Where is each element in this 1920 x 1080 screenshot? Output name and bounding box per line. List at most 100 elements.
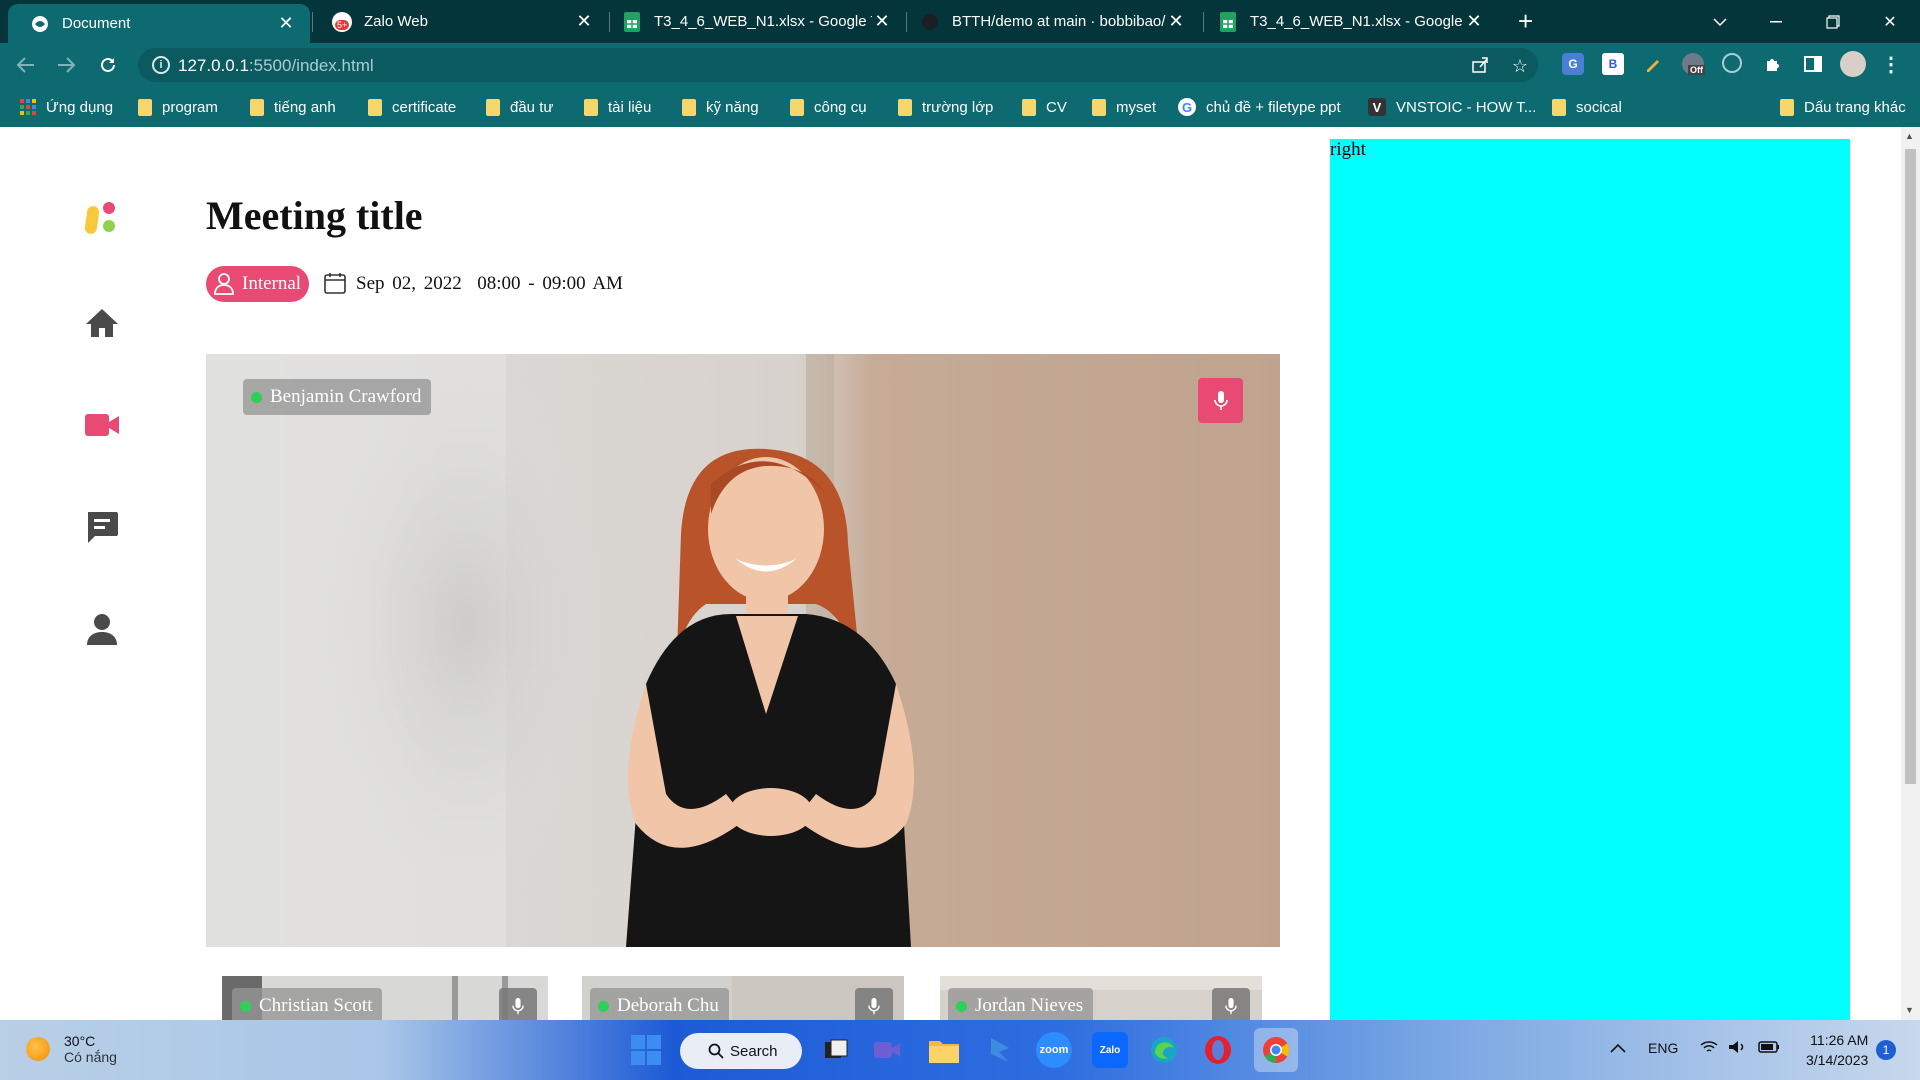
extension-b-icon[interactable]: B: [1602, 53, 1624, 75]
bookmark-vnstoic[interactable]: V VNSTOIC - HOW T...: [1368, 97, 1536, 117]
bookmark-apps[interactable]: Ứng dụng: [20, 97, 113, 117]
scrollbar-thumb[interactable]: [1905, 149, 1916, 784]
extensions-puzzle-icon[interactable]: [1762, 53, 1784, 75]
zalo-app-icon[interactable]: Zalo: [1092, 1032, 1128, 1068]
bookmark-folder-cv[interactable]: CV: [1022, 97, 1067, 117]
right-panel: right: [1330, 139, 1850, 1020]
zoom-app-icon[interactable]: zoom: [1036, 1032, 1072, 1068]
scroll-up-arrow-icon[interactable]: ▲: [1905, 131, 1914, 141]
temperature: 30°C: [64, 1033, 96, 1049]
scroll-down-arrow-icon[interactable]: ▼: [1905, 1005, 1914, 1015]
side-panel-icon[interactable]: [1802, 53, 1824, 75]
speaker-name-tag: Benjamin Crawford: [243, 379, 432, 415]
microphone-button[interactable]: [1198, 378, 1243, 423]
bookmark-label: CV: [1046, 98, 1067, 116]
task-view-icon[interactable]: [818, 1032, 854, 1068]
chrome-menu-icon[interactable]: ⋮: [1880, 53, 1902, 76]
microphone-icon: [1213, 390, 1228, 410]
close-window-icon[interactable]: ✕: [1862, 0, 1918, 43]
microphone-icon: [868, 997, 880, 1014]
bookmark-google-filetype[interactable]: Gchủ đề + filetype ppt: [1178, 97, 1341, 117]
copilot-icon[interactable]: [982, 1032, 1018, 1068]
user-profile-icon[interactable]: [84, 611, 120, 647]
notification-badge[interactable]: 1: [1876, 1040, 1896, 1060]
participant-video-2[interactable]: Deborah Chu: [582, 976, 904, 1020]
folder-icon: [790, 98, 804, 116]
bookmark-star-icon[interactable]: ☆: [1510, 56, 1530, 76]
bookmark-folder-tieng-anh[interactable]: tiếng anh: [250, 97, 336, 117]
bookmark-label: Dấu trang khác: [1804, 98, 1906, 116]
calendar-icon: [324, 272, 346, 299]
participant-microphone-button[interactable]: [1212, 988, 1250, 1020]
bookmark-other-folder[interactable]: Dấu trang khác: [1780, 97, 1906, 117]
participant-microphone-button[interactable]: [855, 988, 893, 1020]
online-status-dot: [598, 1000, 609, 1012]
bookmark-folder-dau-tu[interactable]: đầu tư: [486, 97, 553, 117]
wifi-icon[interactable]: [1700, 1040, 1718, 1057]
app-logo-icon[interactable]: [84, 199, 120, 235]
bookmark-label: đầu tư: [510, 98, 554, 116]
home-icon[interactable]: [84, 305, 120, 341]
tab-github[interactable]: BTTH/demo at main · bobbibao/ ✕: [898, 0, 1200, 43]
tab-document[interactable]: Document ✕: [8, 4, 310, 43]
folder-icon: [1780, 98, 1794, 116]
windows-start-icon[interactable]: [628, 1032, 664, 1068]
restore-icon[interactable]: [1805, 0, 1861, 43]
bookmark-folder-socical[interactable]: socical: [1552, 97, 1622, 117]
participant-video-3[interactable]: Jordan Nieves: [940, 976, 1262, 1020]
bookmark-label: socical: [1576, 98, 1622, 116]
compass-extension-icon[interactable]: [1722, 53, 1742, 73]
bookmark-folder-tai-lieu[interactable]: tài liệu: [584, 97, 651, 117]
pen-extension-icon[interactable]: [1642, 53, 1664, 75]
tab-sheets-1[interactable]: T3_4_6_WEB_N1.xlsx - Google Tra ✕: [600, 0, 906, 43]
site-info-icon[interactable]: i: [152, 56, 170, 74]
profile-avatar[interactable]: [1840, 51, 1866, 77]
tray-overflow-chevron-icon[interactable]: [1610, 1040, 1626, 1056]
bookmark-folder-cong-cu[interactable]: công cụ: [790, 97, 867, 117]
participant-video-1[interactable]: Christian Scott: [222, 976, 548, 1020]
page-scrollbar[interactable]: ▲ ▼: [1901, 127, 1920, 1020]
tab-zalo[interactable]: 5+ Zalo Web ✕: [310, 0, 608, 43]
close-tab-icon[interactable]: ✕: [1464, 11, 1484, 32]
video-camera-icon[interactable]: [84, 407, 120, 443]
close-tab-icon[interactable]: ✕: [276, 13, 296, 34]
tab-title: Zalo Web: [364, 13, 428, 30]
bookmark-folder-ky-nang[interactable]: kỹ năng: [682, 97, 759, 117]
main-video-feed[interactable]: Benjamin Crawford: [206, 354, 1280, 947]
tab-sheets-2[interactable]: T3_4_6_WEB_N1.xlsx - Google Tra ✕: [1196, 0, 1498, 43]
volume-icon[interactable]: [1728, 1040, 1746, 1057]
bookmark-label: tiếng anh: [274, 98, 336, 116]
bookmark-folder-truong-lop[interactable]: trường lớp: [898, 97, 993, 117]
new-tab-icon[interactable]: +: [1518, 6, 1533, 37]
extension-off-label: Off: [1688, 65, 1705, 75]
bookmark-folder-program[interactable]: program: [138, 97, 218, 117]
share-icon[interactable]: [1470, 56, 1490, 76]
file-explorer-icon[interactable]: [926, 1032, 962, 1068]
close-tab-icon[interactable]: ✕: [872, 11, 892, 32]
edge-icon[interactable]: [1146, 1032, 1182, 1068]
close-tab-icon[interactable]: ✕: [1166, 11, 1186, 32]
teams-chat-icon[interactable]: [870, 1032, 906, 1068]
reload-icon[interactable]: [96, 53, 120, 77]
participant-name-tag: Deborah Chu: [590, 988, 729, 1020]
bookmark-folder-myset[interactable]: myset: [1092, 97, 1156, 117]
taskbar-search[interactable]: Search: [680, 1033, 802, 1069]
tab-search-chevron-icon[interactable]: [1692, 0, 1748, 43]
printer-extension-icon[interactable]: Off: [1682, 53, 1705, 75]
opera-icon[interactable]: [1200, 1032, 1236, 1068]
forward-icon[interactable]: [54, 53, 78, 77]
chat-icon[interactable]: [84, 509, 120, 545]
system-clock[interactable]: 11:26 AM 3/14/2023: [1806, 1030, 1868, 1070]
weather-widget[interactable]: 30°C Có nắng: [26, 1033, 117, 1065]
bookmark-folder-certificate[interactable]: certificate: [368, 97, 456, 117]
chrome-taskbar-icon[interactable]: [1254, 1028, 1298, 1072]
close-tab-icon[interactable]: ✕: [574, 11, 594, 32]
translate-extension-icon[interactable]: G: [1562, 53, 1584, 75]
address-bar[interactable]: i 127.0.0.1:5500/index.html ☆: [138, 48, 1538, 82]
input-language[interactable]: ENG: [1648, 1040, 1678, 1056]
participant-microphone-button[interactable]: [499, 988, 537, 1020]
minimize-icon[interactable]: [1748, 0, 1804, 43]
participant-name-tag: Christian Scott: [232, 988, 383, 1020]
battery-icon[interactable]: [1758, 1040, 1780, 1057]
back-icon[interactable]: [14, 53, 38, 77]
